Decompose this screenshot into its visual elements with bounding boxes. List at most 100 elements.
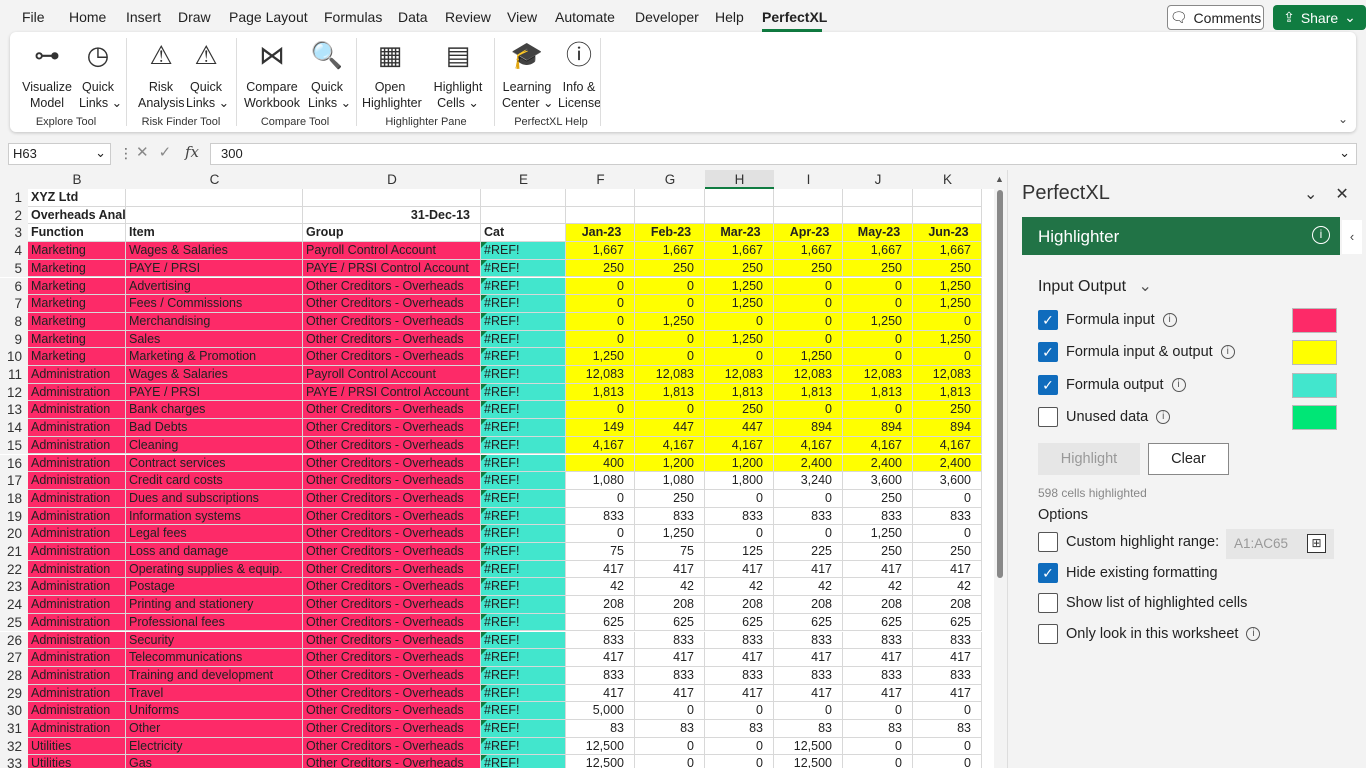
row-number[interactable]: 24	[0, 596, 28, 614]
cell-j[interactable]: 0	[843, 330, 913, 349]
cell-i[interactable]: 417	[774, 560, 843, 579]
cell-c[interactable]: Cleaning	[126, 436, 303, 455]
cell-e[interactable]: #REF!	[481, 596, 566, 614]
pane-controls[interactable]: ⌄✕	[1304, 184, 1366, 204]
cell-f[interactable]: 0	[566, 312, 635, 331]
cell-e[interactable]: #REF!	[481, 737, 566, 756]
cell-e[interactable]: #REF!	[481, 631, 566, 650]
column-header-i[interactable]: I	[774, 170, 843, 189]
cell-h[interactable]: 208	[705, 596, 774, 614]
menu-page-layout[interactable]: Page Layout	[229, 9, 308, 25]
row-number[interactable]: 11	[0, 366, 28, 384]
cell-d[interactable]: Payroll Control Account	[303, 242, 481, 260]
column-header-c[interactable]: C	[126, 170, 303, 189]
row-number[interactable]: 19	[0, 507, 28, 526]
cell-f[interactable]: 833	[566, 631, 635, 650]
cell-e[interactable]: #REF!	[481, 348, 566, 366]
cell-i[interactable]: 12,500	[774, 755, 843, 768]
comments-button[interactable]: 🗨 Comments	[1167, 5, 1264, 30]
menu-draw[interactable]: Draw	[178, 9, 211, 25]
custom-range-input[interactable]: A1:AC65 ⊞	[1226, 529, 1334, 559]
row-number[interactable]: 22	[0, 560, 28, 579]
cell-g[interactable]: 417	[635, 684, 705, 703]
cell-j[interactable]: 417	[843, 560, 913, 579]
cell-b[interactable]: Marketing	[28, 259, 126, 278]
cell-d[interactable]: Other Creditors - Overheads	[303, 631, 481, 650]
cell-k[interactable]: 417	[913, 684, 982, 703]
info-icon[interactable]: i	[1171, 378, 1186, 392]
cell-c[interactable]: Postage	[126, 578, 303, 597]
cell-f[interactable]: Jan-23	[566, 224, 635, 243]
ribbon-button-9[interactable]: ⓘ Info & License	[558, 37, 601, 111]
cell-j[interactable]: 12,083	[843, 366, 913, 384]
cell-k[interactable]: 250	[913, 259, 982, 278]
cell-f[interactable]: 833	[566, 507, 635, 526]
scrollbar-thumb[interactable]	[997, 190, 1003, 578]
menu-view[interactable]: View	[507, 9, 537, 25]
cell-k[interactable]: 12,083	[913, 366, 982, 384]
cell-b[interactable]: Marketing	[28, 295, 126, 313]
cell-h[interactable]: 447	[705, 419, 774, 437]
menu-help[interactable]: Help	[715, 9, 744, 25]
row-number[interactable]: 23	[0, 578, 28, 597]
cell-j[interactable]: 625	[843, 613, 913, 632]
cell-g[interactable]: 0	[635, 702, 705, 720]
cell-b[interactable]: Administration	[28, 560, 126, 579]
ribbon-button-5[interactable]: 🔍 Quick Links ⌄	[308, 37, 351, 111]
cell-b[interactable]: Administration	[28, 383, 126, 402]
menu-file[interactable]: File	[22, 9, 45, 25]
cell-i[interactable]: 1,250	[774, 348, 843, 366]
cell-h[interactable]: 1,250	[705, 277, 774, 296]
cell-d[interactable]: Other Creditors - Overheads	[303, 666, 481, 685]
cell-k[interactable]: 833	[913, 666, 982, 685]
cell-b[interactable]: Administration	[28, 666, 126, 685]
cell-k[interactable]: 208	[913, 596, 982, 614]
row-number[interactable]: 29	[0, 684, 28, 703]
cell-g[interactable]: Feb-23	[635, 224, 705, 243]
cell-c[interactable]: Bank charges	[126, 401, 303, 420]
cell-g[interactable]	[635, 206, 705, 225]
cell-e[interactable]: #REF!	[481, 454, 566, 473]
cell-b[interactable]: Marketing	[28, 348, 126, 366]
cell-g[interactable]: 1,250	[635, 525, 705, 543]
cell-c[interactable]: Gas	[126, 755, 303, 768]
cell-g[interactable]: 0	[635, 330, 705, 349]
cell-f[interactable]: 0	[566, 401, 635, 420]
cell-g[interactable]: 75	[635, 543, 705, 561]
menu-review[interactable]: Review	[445, 9, 491, 25]
row-number[interactable]: 15	[0, 436, 28, 455]
cell-c[interactable]: Item	[126, 224, 303, 243]
cell-g[interactable]: 0	[635, 348, 705, 366]
cell-g[interactable]: 12,083	[635, 366, 705, 384]
highlight-button[interactable]: Highlight	[1038, 443, 1140, 475]
cell-g[interactable]: 417	[635, 649, 705, 667]
cell-h[interactable]: 1,813	[705, 383, 774, 402]
cell-e[interactable]: #REF!	[481, 419, 566, 437]
cell-h[interactable]: 0	[705, 702, 774, 720]
column-header-k[interactable]: K	[913, 170, 982, 189]
cell-j[interactable]: 833	[843, 507, 913, 526]
cell-g[interactable]: 0	[635, 277, 705, 296]
option-row-2[interactable]: Show list of highlighted cells	[1038, 593, 1247, 613]
cell-c[interactable]: Loss and damage	[126, 543, 303, 561]
cell-g[interactable]: 208	[635, 596, 705, 614]
cell-i[interactable]: 225	[774, 543, 843, 561]
menu-insert[interactable]: Insert	[126, 9, 161, 25]
cell-b[interactable]: Administration	[28, 578, 126, 597]
cell-b[interactable]: XYZ Ltd	[28, 189, 126, 207]
cell-d[interactable]: PAYE / PRSI Control Account	[303, 259, 481, 278]
cell-j[interactable]: 417	[843, 649, 913, 667]
chevron-down-icon[interactable]: ⌄	[1304, 186, 1335, 203]
cell-h[interactable]: 1,250	[705, 295, 774, 313]
cell-d[interactable]: Other Creditors - Overheads	[303, 348, 481, 366]
cell-i[interactable]: 1,813	[774, 383, 843, 402]
cell-i[interactable]: 0	[774, 330, 843, 349]
cell-f[interactable]	[566, 206, 635, 225]
cell-d[interactable]: Payroll Control Account	[303, 366, 481, 384]
cell-d[interactable]: Other Creditors - Overheads	[303, 507, 481, 526]
cell-g[interactable]: 0	[635, 401, 705, 420]
cell-e[interactable]: #REF!	[481, 312, 566, 331]
option-row-3[interactable]: Only look in this worksheet i	[1038, 624, 1261, 644]
cell-j[interactable]: 250	[843, 543, 913, 561]
cell-b[interactable]: Administration	[28, 684, 126, 703]
